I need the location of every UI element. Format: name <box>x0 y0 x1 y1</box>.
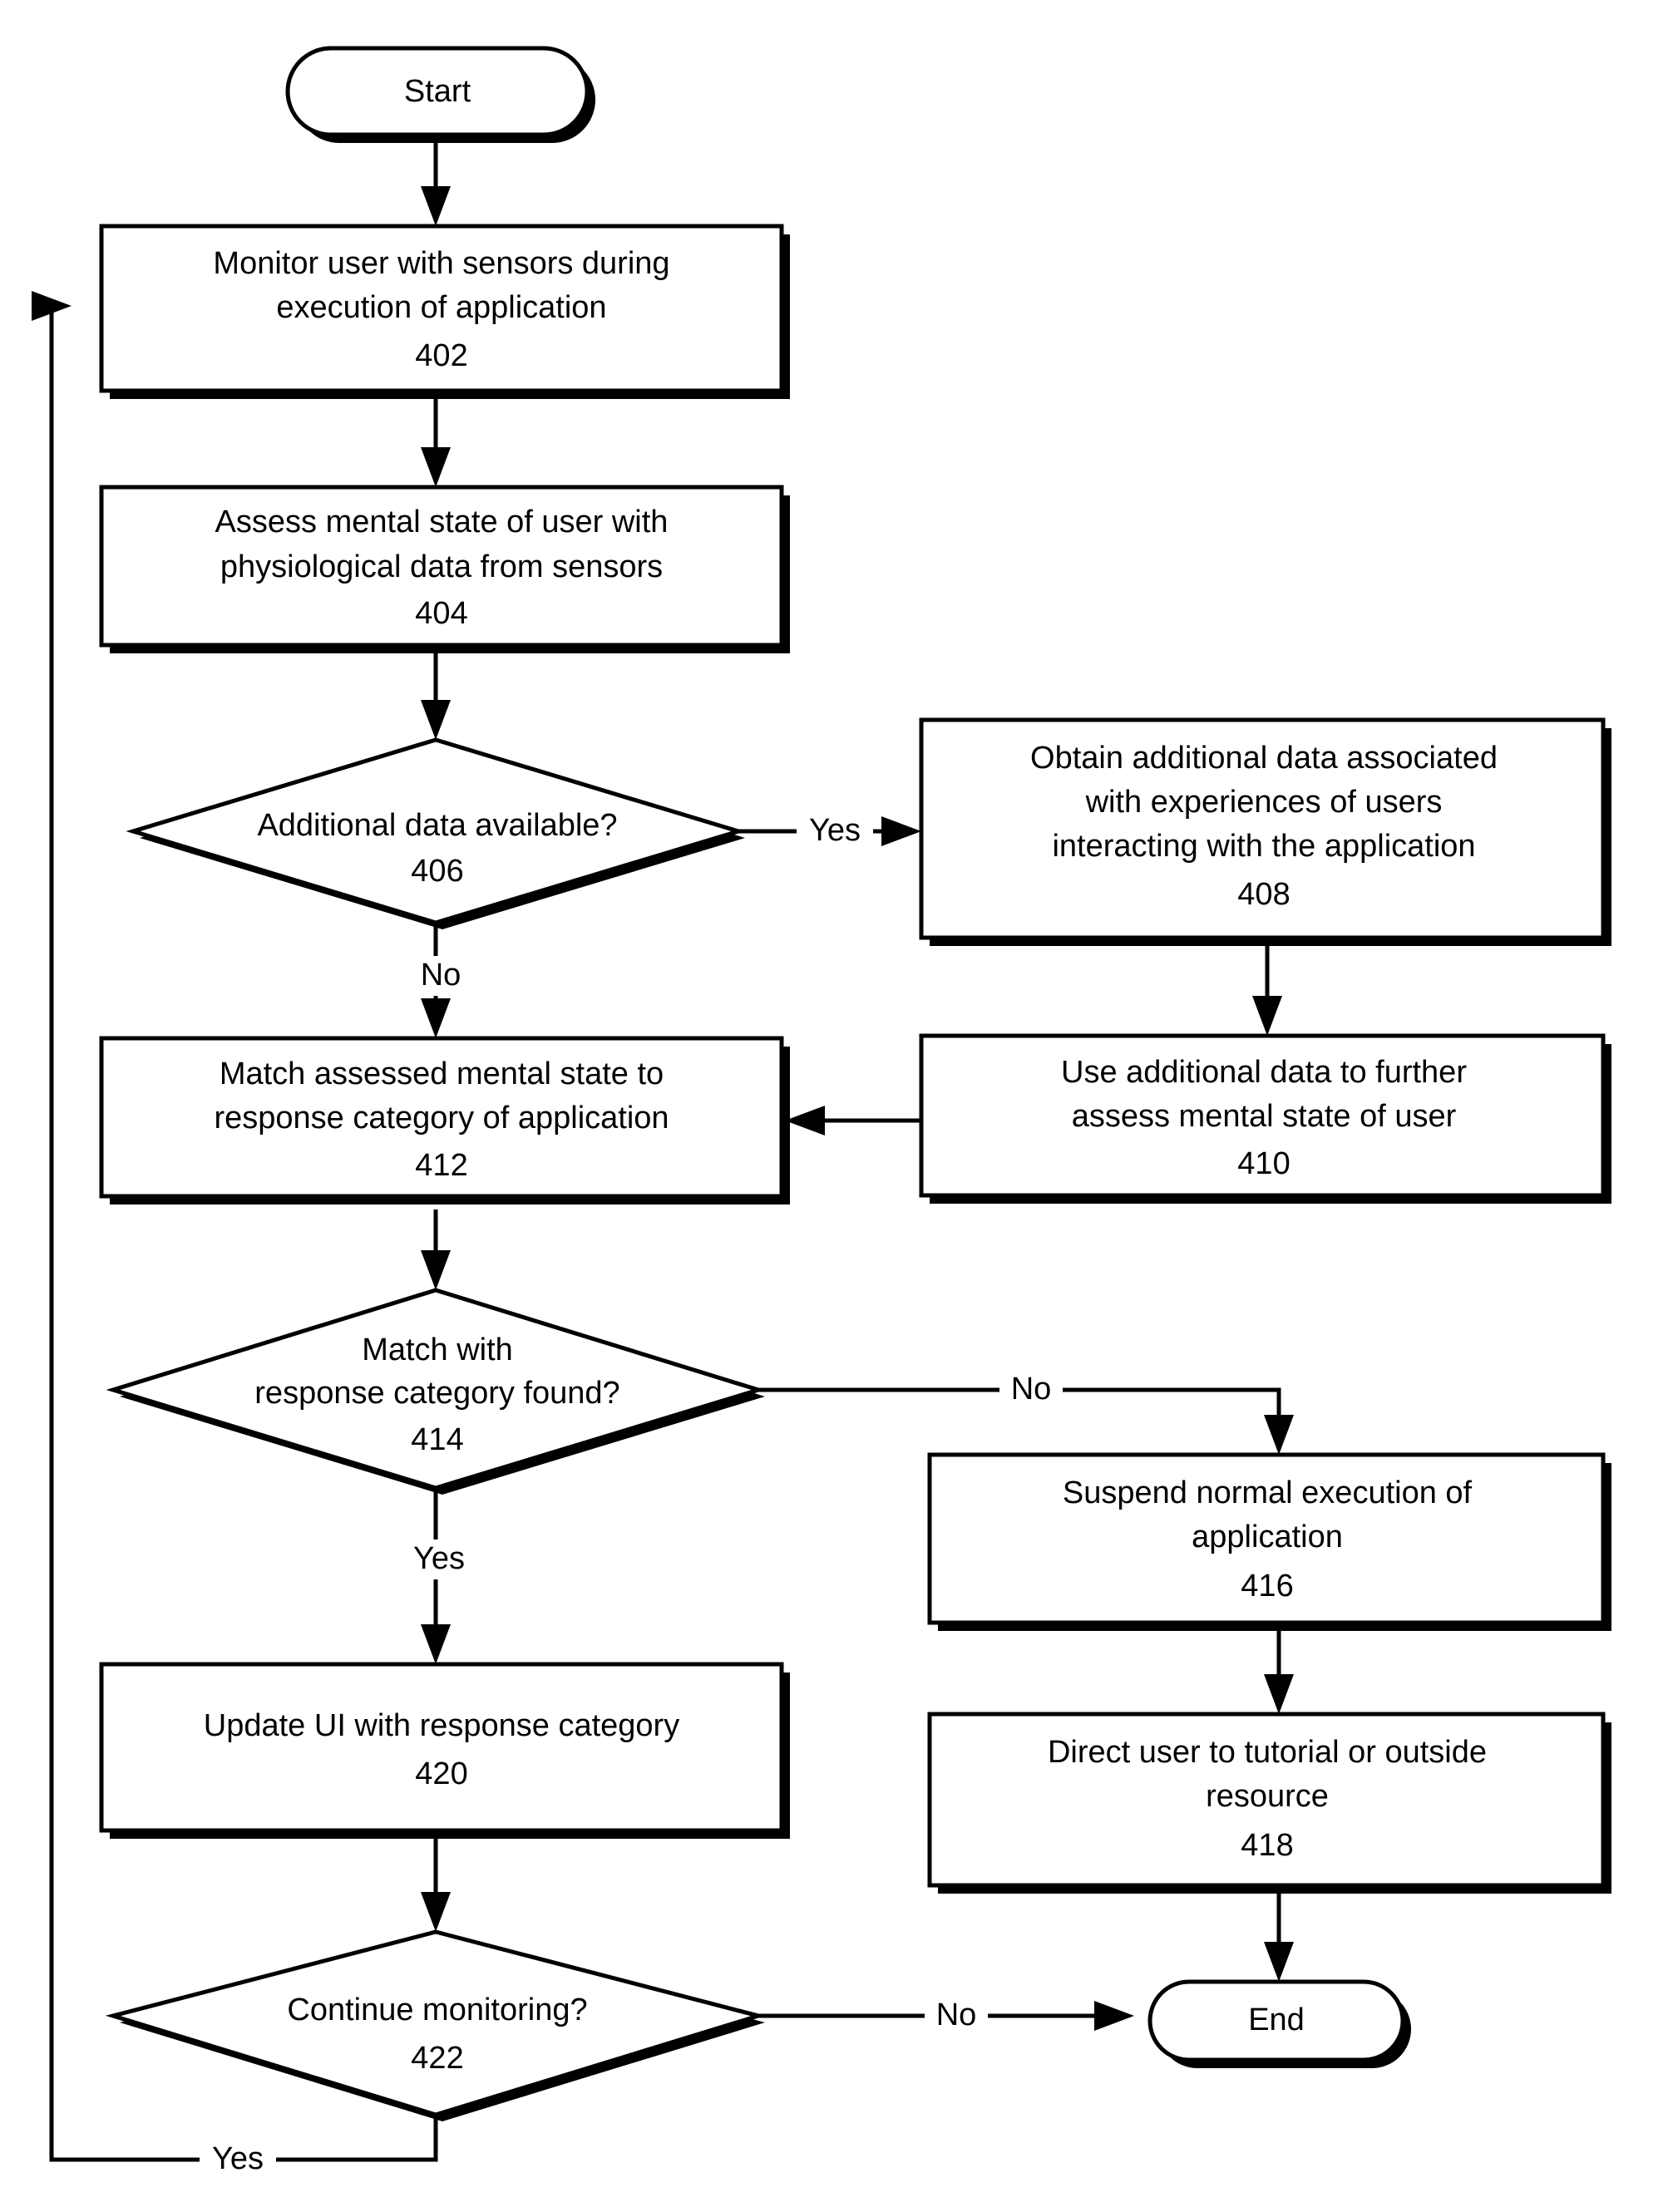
node-416-ref: 416 <box>1241 1569 1293 1604</box>
node-422-line1: Continue monitoring? <box>287 1993 587 2027</box>
node-406[interactable]: Additional data available? 406 <box>126 737 746 929</box>
node-416-line1: Suspend normal execution of <box>1063 1475 1473 1510</box>
edge-418-to-end <box>1264 1885 1294 1982</box>
node-408[interactable]: Obtain additional data associated with e… <box>919 717 1611 946</box>
node-418-ref: 418 <box>1241 1828 1293 1863</box>
node-412-ref: 412 <box>415 1148 467 1183</box>
node-402-line1: Monitor user with sensors during <box>213 246 669 281</box>
node-404-line1: Assess mental state of user with <box>215 505 669 539</box>
node-start[interactable]: Start <box>285 46 595 143</box>
edge-start-to-402 <box>421 131 451 226</box>
node-414-ref: 414 <box>411 1422 463 1457</box>
edge-label-no-406: No <box>421 958 461 993</box>
node-408-line3: interacting with the application <box>1052 829 1475 864</box>
edge-412-to-414 <box>421 1209 451 1290</box>
node-416[interactable]: Suspend normal execution of application … <box>927 1452 1611 1631</box>
edge-416-to-418 <box>1264 1623 1294 1714</box>
flowchart-canvas: Yes No No Yes No Yes Start Monitor user … <box>0 0 1673 2212</box>
node-408-line1: Obtain additional data associated <box>1030 741 1498 776</box>
node-418[interactable]: Direct user to tutorial or outside resou… <box>927 1712 1611 1894</box>
node-420-line1: Update UI with response category <box>204 1708 679 1743</box>
edge-420-to-422 <box>421 1830 451 1932</box>
edge-label-no-414: No <box>1011 1372 1052 1407</box>
node-402-line2: execution of application <box>276 290 606 325</box>
node-418-line2: resource <box>1206 1779 1329 1814</box>
node-402-ref: 402 <box>415 338 467 373</box>
flowchart-svg: Yes No No Yes No Yes Start Monitor user … <box>32 46 1611 2180</box>
node-406-ref: 406 <box>411 854 463 889</box>
node-start-label: Start <box>404 74 471 109</box>
edge-label-yes-414: Yes <box>413 1541 465 1576</box>
edge-label-yes-422: Yes <box>212 2141 264 2176</box>
node-404[interactable]: Assess mental state of user with physiol… <box>99 485 790 653</box>
node-412-line2: response category of application <box>214 1101 669 1136</box>
node-406-line1: Additional data available? <box>257 808 617 843</box>
node-412-line1: Match assessed mental state to <box>220 1057 664 1091</box>
edge-label-no-422: No <box>936 1998 977 2032</box>
node-404-line2: physiological data from sensors <box>220 549 663 584</box>
node-422[interactable]: Continue monitoring? 422 <box>105 1929 767 2121</box>
edge-408-to-410 <box>1252 938 1282 1036</box>
node-408-ref: 408 <box>1237 877 1290 912</box>
node-414[interactable]: Match with response category found? 414 <box>106 1288 766 1495</box>
node-408-line2: with experiences of users <box>1085 785 1443 820</box>
node-410-ref: 410 <box>1237 1146 1290 1181</box>
node-402[interactable]: Monitor user with sensors during executi… <box>99 224 790 399</box>
edge-402-to-404 <box>421 391 451 487</box>
node-412[interactable]: Match assessed mental state to response … <box>99 1036 790 1205</box>
node-410-line1: Use additional data to further <box>1061 1055 1467 1090</box>
node-414-line2: response category found? <box>254 1376 619 1411</box>
node-416-line2: application <box>1192 1520 1343 1554</box>
edge-404-to-406 <box>421 645 451 740</box>
node-404-ref: 404 <box>415 596 467 631</box>
node-410[interactable]: Use additional data to further assess me… <box>919 1033 1611 1204</box>
node-420-ref: 420 <box>415 1756 467 1791</box>
node-418-line1: Direct user to tutorial or outside <box>1048 1735 1487 1770</box>
node-410-line2: assess mental state of user <box>1072 1099 1457 1134</box>
node-end-label: End <box>1248 2003 1305 2037</box>
edge-label-yes-406: Yes <box>809 813 861 848</box>
node-414-line1: Match with <box>362 1333 513 1367</box>
edge-410-to-412 <box>785 1106 921 1136</box>
node-422-ref: 422 <box>411 2041 463 2076</box>
node-end[interactable]: End <box>1147 1979 1411 2068</box>
node-420[interactable]: Update UI with response category 420 <box>99 1662 790 1839</box>
